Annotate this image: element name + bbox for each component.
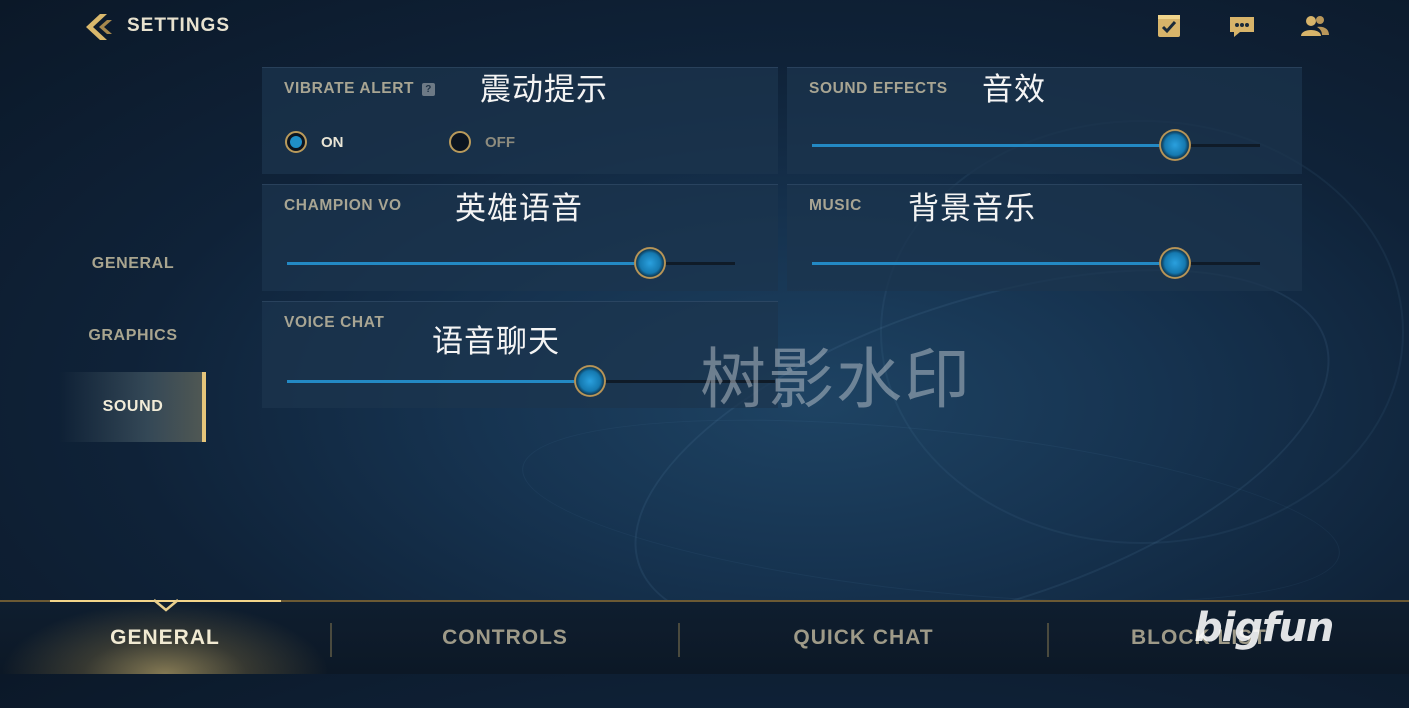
slider-knob[interactable] [573,365,606,397]
champion-vo-label: CHAMPION VO [284,197,402,214]
tab-quick-chat[interactable]: QUICK CHAT [680,602,1047,674]
sound-effects-label: SOUND EFFECTS [809,80,948,97]
sound-effects-annotation: 音效 [982,72,1046,108]
slider-fill [812,144,1175,147]
sidebar-item-general[interactable]: GENERAL [60,229,206,299]
sound-effects-panel: SOUND EFFECTS 音效 [787,67,1302,174]
vibrate-alert-label: VIBRATE ALERT? [284,80,436,98]
sound-effects-slider[interactable] [812,129,1260,161]
checklist-icon[interactable] [1154,12,1184,40]
chat-icon[interactable] [1227,12,1257,40]
help-icon[interactable]: ? [422,83,436,96]
tab-label: GENERAL [110,626,220,649]
bigfun-logo: bigfun [1194,605,1334,651]
champion-vo-slider[interactable] [287,247,735,279]
slider-knob[interactable] [1158,247,1191,279]
vibrate-alert-annotation: 震动提示 [480,72,608,108]
voice-chat-annotation: 语音聊天 [432,324,560,360]
music-label: MUSIC [809,197,862,214]
sidebar-item-label: GENERAL [91,255,175,272]
vibrate-off-radio[interactable]: OFF [449,131,515,153]
music-slider[interactable] [812,247,1260,279]
tab-label: QUICK CHAT [793,626,934,649]
tab-divider [678,623,680,657]
slider-knob[interactable] [1158,129,1191,161]
champion-vo-annotation: 英雄语音 [455,191,583,227]
voice-chat-label: VOICE CHAT [284,314,385,331]
chevron-left-icon[interactable] [82,11,116,43]
page-title: SETTINGS [127,15,231,36]
sidebar-item-label: GRAPHICS [88,327,178,344]
sidebar-item-graphics[interactable]: GRAPHICS [60,301,206,371]
tab-controls[interactable]: CONTROLS [332,602,678,674]
music-annotation: 背景音乐 [908,191,1036,227]
tab-divider [330,623,332,657]
music-panel: MUSIC 背景音乐 [787,184,1302,291]
radio-unselected-icon [449,131,471,153]
vibrate-on-radio[interactable]: ON [285,131,344,153]
vibrate-alert-panel: VIBRATE ALERT? 震动提示 ON OFF [262,67,778,174]
tab-label: CONTROLS [442,626,568,649]
slider-fill [812,262,1175,265]
sidebar-item-sound[interactable]: SOUND [60,372,206,442]
tab-divider [1047,623,1049,657]
radio-selected-icon [285,131,307,153]
slider-fill [287,262,650,265]
friends-icon[interactable] [1300,12,1330,40]
chevron-down-icon [153,599,179,612]
champion-vo-panel: CHAMPION VO 英雄语音 [262,184,778,291]
sidebar-item-label: SOUND [102,398,164,415]
slider-knob[interactable] [633,247,666,279]
slider-fill [287,380,590,383]
watermark-text: 树影水印 [700,341,972,418]
